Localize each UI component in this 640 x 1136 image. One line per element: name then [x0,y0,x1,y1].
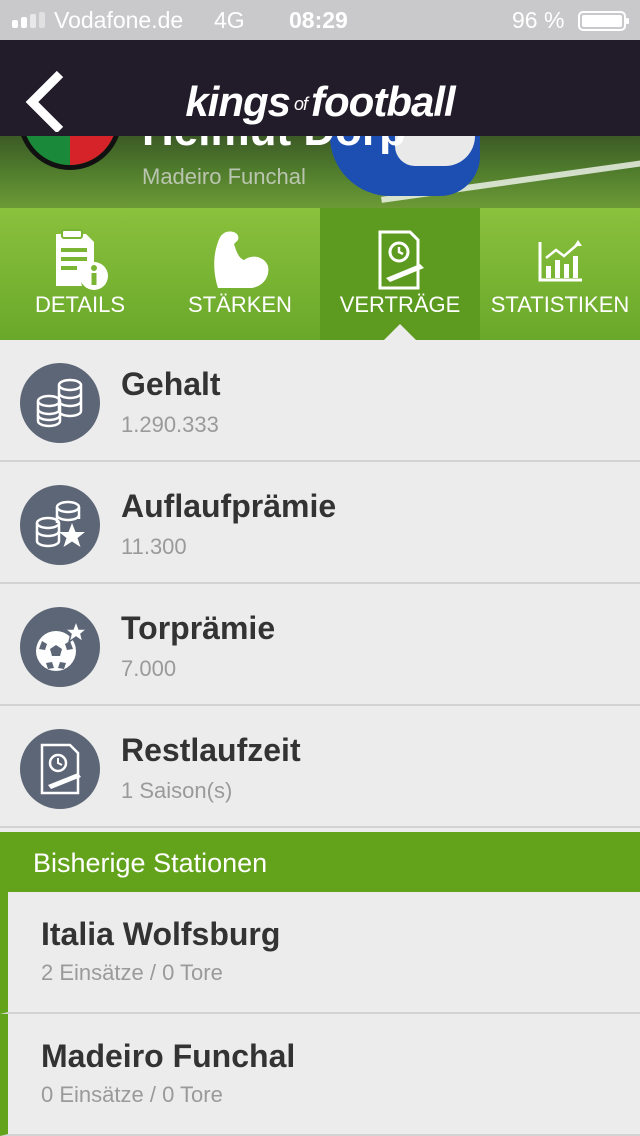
tab-statistiken-label: STATISTIKEN [490,292,630,317]
logo-of: of [294,94,308,114]
contract-row-torpraemie: Torprämie 7.000 [0,584,640,706]
contract-title: Gehalt [121,366,221,402]
tab-details-label: DETAILS [34,292,126,317]
station-club-name: Madeiro Funchal [41,1038,296,1074]
station-stats: 2 Einsätze / 0 Tore [41,960,223,985]
tab-details[interactable]: DETAILS [0,208,160,340]
battery-percentage: 96 % [512,7,565,33]
contract-icon [378,230,424,290]
logo-football: football [311,78,456,125]
coins-icon [20,363,100,443]
contract-value: 7.000 [121,656,177,681]
bicep-icon [214,231,269,288]
club-badge [18,136,122,170]
tab-bar: DETAILS STÄRKEN VERTRÄGE STATISTIKEN [0,208,640,340]
app-logo: kings offootball [0,78,640,126]
station-item[interactable]: Madeiro Funchal 0 Einsätze / 0 Tore [0,1014,640,1136]
contract-value: 11.300 [121,534,187,559]
station-item[interactable]: Italia Wolfsburg 2 Einsätze / 0 Tore [0,892,640,1014]
signal-icon [12,12,45,28]
player-header: Helmut Dorp Madeiro Funchal [0,136,640,208]
tab-vertraege-label: VERTRÄGE [339,292,461,317]
network-label: 4G [214,7,245,33]
clock: 08:29 [289,7,348,33]
status-bar: Vodafone.de 4G 08:29 96 % [0,0,640,40]
document-info-icon [56,229,108,290]
stations-header-label: Bisherige Stationen [33,848,268,878]
tab-staerken[interactable]: STÄRKEN [160,208,320,340]
contract-row-gehalt: Gehalt 1.290.333 [0,340,640,462]
active-tab-pointer [384,324,416,340]
contract-value: 1 Saison(s) [121,778,233,803]
contract-list: Gehalt 1.290.333 Auflaufprämie 11.300 To… [0,340,640,828]
stations-list: Italia Wolfsburg 2 Einsätze / 0 Tore Mad… [0,892,640,1136]
station-stats: 0 Einsätze / 0 Tore [41,1082,223,1107]
contract-row-restlaufzeit: Restlaufzeit 1 Saison(s) [0,706,640,828]
battery-icon [578,11,629,31]
stations-header: Bisherige Stationen [0,832,640,892]
contract-clock-icon [20,729,100,809]
contract-title: Torprämie [121,610,276,646]
player-club: Madeiro Funchal [142,164,306,189]
contract-value: 1.290.333 [121,412,219,437]
tab-vertraege[interactable]: VERTRÄGE [320,208,480,340]
football-star-icon [20,607,100,687]
player-name: Helmut Dorp [142,136,406,156]
contract-title: Restlaufzeit [121,732,301,768]
contract-row-auflaufpraemie: Auflaufprämie 11.300 [0,462,640,584]
carrier-label: Vodafone.de [54,7,184,33]
tab-statistiken[interactable]: STATISTIKEN [480,208,640,340]
tab-staerken-label: STÄRKEN [188,292,292,317]
station-club-name: Italia Wolfsburg [41,916,281,952]
contract-title: Auflaufprämie [121,488,337,524]
chart-icon [538,240,582,282]
coins-star-icon [20,485,100,565]
logo-kings: kings [185,78,291,125]
navigation-bar: kings offootball [0,40,640,136]
